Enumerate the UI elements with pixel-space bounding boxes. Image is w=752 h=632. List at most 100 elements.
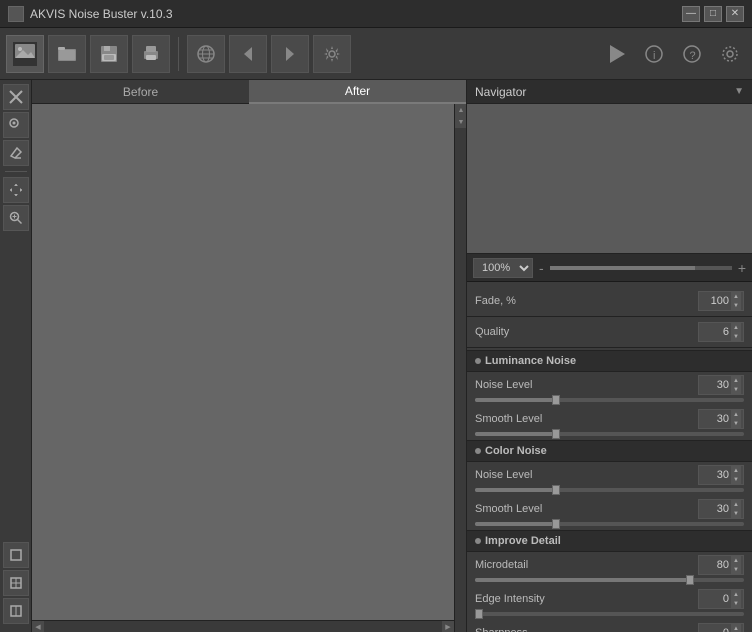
forward-button[interactable] xyxy=(271,35,309,73)
sharpness-arrows: ▲ ▼ xyxy=(731,624,741,632)
print-icon xyxy=(141,44,161,64)
lum-noise-level-arrows: ▲ ▼ xyxy=(731,376,741,394)
view-original-icon xyxy=(10,549,22,561)
magnify-tool-icon xyxy=(9,211,23,225)
microdetail-arrows: ▲ ▼ xyxy=(731,556,741,574)
lum-noise-level-row: Noise Level 30 ▲ ▼ xyxy=(467,372,752,398)
edge-intensity-slider-thumb[interactable] xyxy=(475,609,483,619)
fade-up-button[interactable]: ▲ xyxy=(731,292,741,301)
canvas-content[interactable]: ▲ ▼ ◀ ▶ xyxy=(32,104,466,632)
improve-detail-section-header: Improve Detail xyxy=(467,530,752,552)
lum-smooth-level-slider-thumb[interactable] xyxy=(552,429,560,439)
vertical-scrollbar[interactable]: ▲ ▼ xyxy=(454,104,466,632)
zoom-slider[interactable] xyxy=(550,266,732,270)
luminance-noise-section-header: Luminance Noise xyxy=(467,350,752,372)
edge-intensity-down-button[interactable]: ▼ xyxy=(731,599,741,608)
microdetail-slider-fill xyxy=(475,578,690,582)
microdetail-slider-thumb[interactable] xyxy=(686,575,694,585)
scroll-right-arrow[interactable]: ▶ xyxy=(442,621,454,632)
quality-up-button[interactable]: ▲ xyxy=(731,323,741,332)
col-noise-level-slider-row xyxy=(467,488,752,496)
scroll-up-arrow[interactable]: ▲ xyxy=(455,104,466,116)
col-noise-level-slider-thumb[interactable] xyxy=(552,485,560,495)
info-button[interactable]: i xyxy=(638,38,670,70)
close-button[interactable]: ✕ xyxy=(726,6,744,22)
fade-down-button[interactable]: ▼ xyxy=(731,301,741,310)
edge-intensity-slider[interactable] xyxy=(475,612,744,616)
quality-down-button[interactable]: ▼ xyxy=(731,332,741,341)
run-button[interactable] xyxy=(600,38,632,70)
col-smooth-level-up-button[interactable]: ▲ xyxy=(731,500,741,509)
col-noise-level-slider[interactable] xyxy=(475,488,744,492)
main-layout: Before After ▲ ▼ ◀ ▶ Navigator ▼ xyxy=(0,80,752,632)
split-view-button[interactable] xyxy=(3,570,29,596)
settings-button[interactable] xyxy=(313,35,351,73)
navigator-preview xyxy=(467,104,752,254)
col-noise-level-up-button[interactable]: ▲ xyxy=(731,466,741,475)
view-original-button[interactable] xyxy=(3,542,29,568)
print-button[interactable] xyxy=(132,35,170,73)
col-smooth-level-down-button[interactable]: ▼ xyxy=(731,509,741,518)
col-noise-level-value: 30 xyxy=(701,469,731,481)
col-noise-level-label: Noise Level xyxy=(475,469,698,481)
microdetail-down-button[interactable]: ▼ xyxy=(731,565,741,574)
right-panel: Navigator ▼ 100% 50% 200% - + Fade, % xyxy=(466,80,752,632)
tab-after[interactable]: After xyxy=(249,80,466,104)
settings-panel[interactable]: Fade, % 100 ▲ ▼ Quality 6 ▲ ▼ xyxy=(467,282,752,632)
horizontal-scrollbar[interactable]: ◀ ▶ xyxy=(32,620,454,632)
back-button[interactable] xyxy=(229,35,267,73)
improve-detail-title: Improve Detail xyxy=(485,535,561,547)
sharpness-up-button[interactable]: ▲ xyxy=(731,624,741,632)
tab-before[interactable]: Before xyxy=(32,80,249,104)
brush-tool-button[interactable] xyxy=(3,112,29,138)
lum-noise-level-down-button[interactable]: ▼ xyxy=(731,385,741,394)
title-bar: AKVIS Noise Buster v.10.3 — □ ✕ xyxy=(0,0,752,28)
world-button[interactable] xyxy=(187,35,225,73)
title-bar-buttons: — □ ✕ xyxy=(682,6,744,22)
title-bar-text: AKVIS Noise Buster v.10.3 xyxy=(30,7,682,21)
fade-arrows: ▲ ▼ xyxy=(731,292,741,310)
maximize-button[interactable]: □ xyxy=(704,6,722,22)
col-smooth-level-slider-thumb[interactable] xyxy=(552,519,560,529)
lum-noise-level-slider-fill xyxy=(475,398,556,402)
lum-smooth-level-slider-row xyxy=(467,432,752,440)
svg-text:i: i xyxy=(653,50,655,62)
navigator-chevron-icon[interactable]: ▼ xyxy=(734,86,744,97)
compare-view-button[interactable] xyxy=(3,598,29,624)
lum-smooth-level-up-button[interactable]: ▲ xyxy=(731,410,741,419)
lum-noise-level-slider-thumb[interactable] xyxy=(552,395,560,405)
magnify-tool-button[interactable] xyxy=(3,205,29,231)
erase-tool-button[interactable] xyxy=(3,140,29,166)
lum-noise-level-slider[interactable] xyxy=(475,398,744,402)
navigator-header: Navigator ▼ xyxy=(467,80,752,104)
pan-tool-button[interactable] xyxy=(3,177,29,203)
open-button[interactable] xyxy=(48,35,86,73)
preferences-button[interactable] xyxy=(714,38,746,70)
col-smooth-level-slider[interactable] xyxy=(475,522,744,526)
zoom-select[interactable]: 100% 50% 200% xyxy=(473,258,533,278)
lum-noise-level-up-button[interactable]: ▲ xyxy=(731,376,741,385)
fade-label: Fade, % xyxy=(475,295,698,307)
scroll-down-arrow[interactable]: ▼ xyxy=(455,116,466,128)
minimize-button[interactable]: — xyxy=(682,6,700,22)
edge-intensity-up-button[interactable]: ▲ xyxy=(731,590,741,599)
zoom-out-icon[interactable]: - xyxy=(539,260,544,276)
lum-smooth-level-value-box: 30 ▲ ▼ xyxy=(698,409,744,429)
quality-value: 6 xyxy=(701,326,731,338)
save-button[interactable] xyxy=(90,35,128,73)
zoom-tool-button[interactable] xyxy=(3,84,29,110)
color-noise-title: Color Noise xyxy=(485,445,547,457)
lum-smooth-level-slider[interactable] xyxy=(475,432,744,436)
microdetail-slider[interactable] xyxy=(475,578,744,582)
help-button[interactable]: ? xyxy=(676,38,708,70)
lum-smooth-level-value: 30 xyxy=(701,413,731,425)
image-icon xyxy=(13,42,37,66)
col-noise-level-down-button[interactable]: ▼ xyxy=(731,475,741,484)
microdetail-up-button[interactable]: ▲ xyxy=(731,556,741,565)
lum-smooth-level-down-button[interactable]: ▼ xyxy=(731,419,741,428)
zoom-in-icon[interactable]: + xyxy=(738,260,746,276)
scroll-left-arrow[interactable]: ◀ xyxy=(32,621,44,632)
sharpness-value: 0 xyxy=(701,627,731,632)
sharpness-label: Sharpness xyxy=(475,627,698,632)
luminance-noise-title: Luminance Noise xyxy=(485,355,576,367)
